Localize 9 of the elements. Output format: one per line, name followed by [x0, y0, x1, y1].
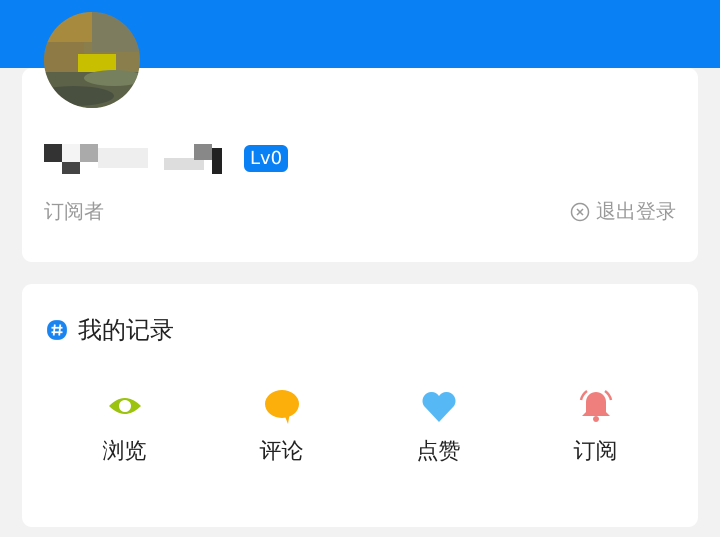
- level-badge: Lv0: [244, 144, 288, 172]
- record-item[interactable]: 点赞: [360, 386, 517, 466]
- record-item[interactable]: 浏览: [46, 386, 203, 466]
- role-label: 订阅者: [44, 198, 104, 225]
- record-item[interactable]: 评论: [203, 386, 360, 466]
- record-item[interactable]: 订阅: [517, 386, 674, 466]
- close-circle-icon: [570, 202, 590, 222]
- hashtag-icon: [46, 319, 68, 341]
- section-title: 我的记录: [78, 315, 174, 346]
